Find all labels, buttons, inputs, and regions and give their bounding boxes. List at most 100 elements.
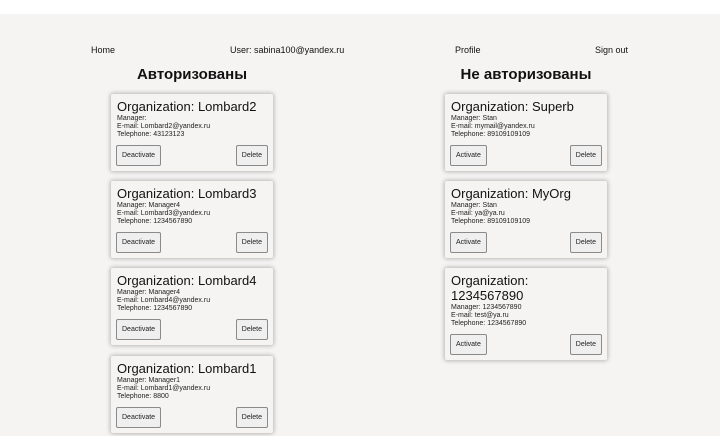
delete-button[interactable]: Delete xyxy=(569,145,602,166)
deactivate-button[interactable]: Deactivate xyxy=(116,407,162,428)
authorized-column-title: Авторизованы xyxy=(136,66,248,83)
email-value: Lombard4@yandex.ru xyxy=(140,297,211,304)
email-row: E-mail: Lombard1@yandex.ru xyxy=(117,385,268,393)
organization-card: Organization: Lombard4 Manager: Manager4 E… xyxy=(111,268,273,345)
telephone-label: Telephone: xyxy=(451,218,488,225)
organization-title: Organization: Lombard2 xyxy=(117,99,268,114)
manager-row: Manager: Manager4 xyxy=(117,289,268,297)
telephone-label: Telephone: xyxy=(451,320,488,327)
manager-label: Manager: xyxy=(117,289,149,296)
email-label: E-mail: xyxy=(117,297,141,304)
manager-label: Manager: xyxy=(451,202,483,209)
organization-card: Organization: Lombard2 Manager: E-mail: L… xyxy=(111,94,273,171)
organization-title: Organization: Lombard3 xyxy=(117,186,268,201)
telephone-row: Telephone: 89109109109 xyxy=(451,131,602,139)
deactivate-button[interactable]: Deactivate xyxy=(116,145,162,166)
manager-row: Manager: xyxy=(117,115,268,123)
email-label: E-mail: xyxy=(451,312,475,319)
delete-button[interactable]: Delete xyxy=(235,407,268,428)
organization-label: Organization: xyxy=(451,273,529,288)
organization-title: Organization: 1234567890 xyxy=(451,273,602,303)
delete-button[interactable]: Delete xyxy=(569,232,602,253)
email-label: E-mail: xyxy=(451,210,475,217)
organization-title: Organization: Superb xyxy=(451,99,602,114)
telephone-label: Telephone: xyxy=(117,305,154,312)
manager-label: Manager: xyxy=(451,115,483,122)
nav-signout-link[interactable]: Sign out xyxy=(595,45,628,55)
delete-button[interactable]: Delete xyxy=(235,319,268,340)
telephone-row: Telephone: 43123123 xyxy=(117,131,268,139)
organization-label: Organization: xyxy=(117,361,198,376)
email-value: ya@ya.ru xyxy=(474,210,505,217)
manager-row: Manager: 1234567890 xyxy=(451,304,602,312)
email-value: test@ya.ru xyxy=(474,312,509,319)
manager-row: Manager: Manager4 xyxy=(117,202,268,210)
top-nav: Home User: sabina100@yandex.ru Profile S… xyxy=(0,45,720,59)
organization-name: MyOrg xyxy=(531,186,571,201)
email-row: E-mail: test@ya.ru xyxy=(451,312,602,320)
manager-value: Stan xyxy=(482,115,497,122)
telephone-row: Telephone: 1234567890 xyxy=(117,218,268,226)
telephone-value: 43123123 xyxy=(153,131,185,138)
telephone-label: Telephone: xyxy=(117,393,154,400)
manager-value: Stan xyxy=(482,202,497,209)
nav-user-label: User: sabina100@yandex.ru xyxy=(230,45,345,55)
manager-value: Manager1 xyxy=(148,377,181,384)
email-row: E-mail: ya@ya.ru xyxy=(451,210,602,218)
organization-card: Organization: MyOrg Manager: Stan E-mail: … xyxy=(445,181,607,258)
manager-label: Manager: xyxy=(451,304,483,311)
email-label: E-mail: xyxy=(117,210,141,217)
organization-name: Superb xyxy=(531,99,574,114)
email-label: E-mail: xyxy=(117,123,141,130)
manager-value: Manager4 xyxy=(148,202,181,209)
organization-name: Lombard1 xyxy=(197,361,257,376)
manager-row: Manager: Stan xyxy=(451,202,602,210)
telephone-value: 1234567890 xyxy=(487,320,527,327)
delete-button[interactable]: Delete xyxy=(569,334,602,355)
telephone-row: Telephone: 89109109109 xyxy=(451,218,602,226)
organization-label: Organization: xyxy=(451,99,532,114)
organization-card: Organization: Lombard1 Manager: Manager1 E… xyxy=(111,356,273,433)
manager-value: 1234567890 xyxy=(482,304,522,311)
activate-button[interactable]: Activate xyxy=(450,334,487,355)
activate-button[interactable]: Activate xyxy=(450,145,487,166)
manager-label: Manager: xyxy=(117,115,147,122)
organization-card: Organization: Superb Manager: Stan E-mail:… xyxy=(445,94,607,171)
email-value: Lombard3@yandex.ru xyxy=(140,210,211,217)
organization-name: Lombard2 xyxy=(197,99,257,114)
email-label: E-mail: xyxy=(451,123,475,130)
deactivate-button[interactable]: Deactivate xyxy=(116,319,162,340)
email-row: E-mail: Lombard2@yandex.ru xyxy=(117,123,268,131)
telephone-value: 1234567890 xyxy=(153,305,193,312)
organization-label: Organization: xyxy=(451,186,532,201)
delete-button[interactable]: Delete xyxy=(235,232,268,253)
telephone-value: 89109109109 xyxy=(487,218,531,225)
nav-home-link[interactable]: Home xyxy=(91,45,115,55)
page-background: Home User: sabina100@yandex.ru Profile S… xyxy=(0,14,720,436)
manager-label: Manager: xyxy=(117,377,149,384)
organization-card: Organization: Lombard3 Manager: Manager4 E… xyxy=(111,181,273,258)
organization-card: Organization: 1234567890 Manager: 1234567… xyxy=(445,268,607,360)
activate-button[interactable]: Activate xyxy=(450,232,487,253)
email-row: E-mail: Lombard4@yandex.ru xyxy=(117,297,268,305)
organization-title: Organization: MyOrg xyxy=(451,186,602,201)
deactivate-button[interactable]: Deactivate xyxy=(116,232,162,253)
organization-label: Organization: xyxy=(117,99,198,114)
email-label: E-mail: xyxy=(117,385,141,392)
manager-row: Manager: Manager1 xyxy=(117,377,268,385)
telephone-label: Telephone: xyxy=(117,131,154,138)
organization-name: Lombard4 xyxy=(197,273,257,288)
organization-title: Organization: Lombard4 xyxy=(117,273,268,288)
telephone-value: 89109109109 xyxy=(487,131,531,138)
delete-button[interactable]: Delete xyxy=(235,145,268,166)
email-row: E-mail: Lombard3@yandex.ru xyxy=(117,210,268,218)
telephone-value: 8800 xyxy=(153,393,169,400)
telephone-row: Telephone: 8800 xyxy=(117,393,268,401)
organization-label: Organization: xyxy=(117,186,198,201)
nav-profile-link[interactable]: Profile xyxy=(455,45,481,55)
organization-label: Organization: xyxy=(117,273,198,288)
manager-label: Manager: xyxy=(117,202,149,209)
email-row: E-mail: mymail@yandex.ru xyxy=(451,123,602,131)
email-value: Lombard2@yandex.ru xyxy=(140,123,211,130)
telephone-row: Telephone: 1234567890 xyxy=(451,320,602,328)
